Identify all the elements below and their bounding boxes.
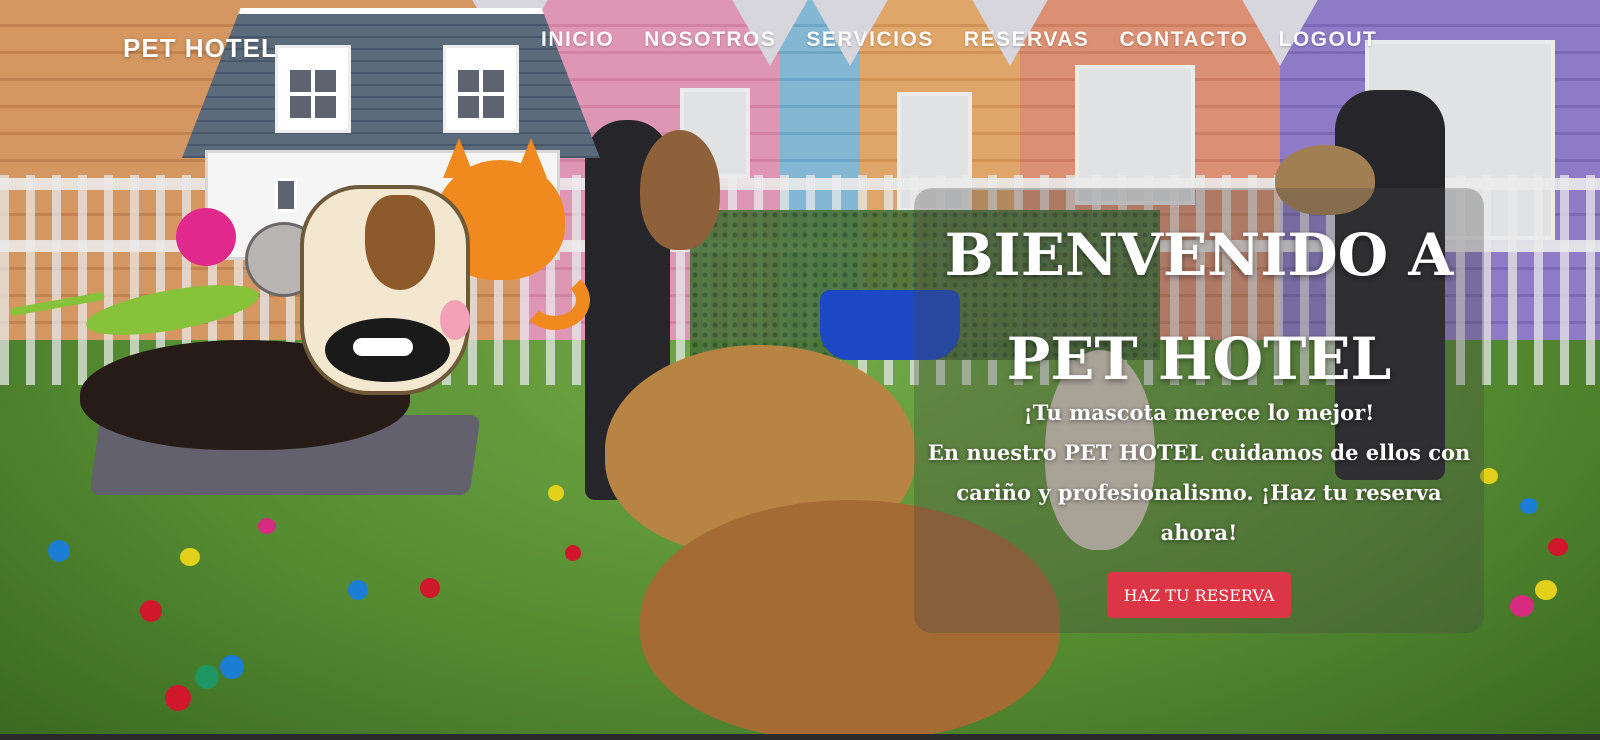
page-bottom-edge xyxy=(0,734,1600,740)
hero-subtitle-line4: ahora! xyxy=(1160,520,1238,545)
reserve-button[interactable]: HAZ TU RESERVA xyxy=(1107,572,1291,618)
dog-tongue-icon xyxy=(440,300,470,340)
hero-title-line2: PET HOTEL xyxy=(1006,325,1392,393)
pet-hotel-logo xyxy=(0,0,620,410)
hero-subtitle: ¡Tu mascota merece lo mejor! En nuestro … xyxy=(914,393,1484,553)
logo-small-window-icon xyxy=(275,178,297,212)
lizard-icon xyxy=(82,275,263,345)
main-nav: INICIO NOSOTROS SERVICIOS RESERVAS CONTA… xyxy=(541,27,1392,53)
hero-card: BIENVENIDO A PET HOTEL ¡Tu mascota merec… xyxy=(914,188,1484,633)
logo-window-icon xyxy=(446,48,516,130)
bird-icon xyxy=(176,208,236,266)
logo-window-icon xyxy=(278,48,348,130)
dog-patch-icon xyxy=(365,195,435,290)
nav-inicio[interactable]: INICIO xyxy=(541,27,629,53)
nav-servicios[interactable]: SERVICIOS xyxy=(791,27,948,53)
nav-contacto[interactable]: CONTACTO xyxy=(1104,27,1263,53)
logo-roof-icon xyxy=(182,8,600,158)
nav-reservas[interactable]: RESERVAS xyxy=(949,27,1105,53)
brand-name[interactable]: PET HOTEL xyxy=(123,33,278,64)
hero-title-line1: BIENVENIDO A xyxy=(944,221,1454,289)
hero-subtitle-line3: cariño y profesionalismo. ¡Haz tu reserv… xyxy=(956,480,1442,505)
cat-tail-icon xyxy=(520,270,590,330)
lizard-tail-icon xyxy=(10,291,105,317)
hero-subtitle-line2: En nuestro PET HOTEL cuidamos de ellos c… xyxy=(927,440,1471,465)
hero-subtitle-line1: ¡Tu mascota merece lo mejor! xyxy=(1023,400,1375,425)
dog-mouth-icon xyxy=(325,318,450,382)
nav-logout[interactable]: LOGOUT xyxy=(1264,27,1393,53)
nav-nosotros[interactable]: NOSOTROS xyxy=(629,27,791,53)
hero-title: BIENVENIDO A PET HOTEL xyxy=(914,203,1484,411)
